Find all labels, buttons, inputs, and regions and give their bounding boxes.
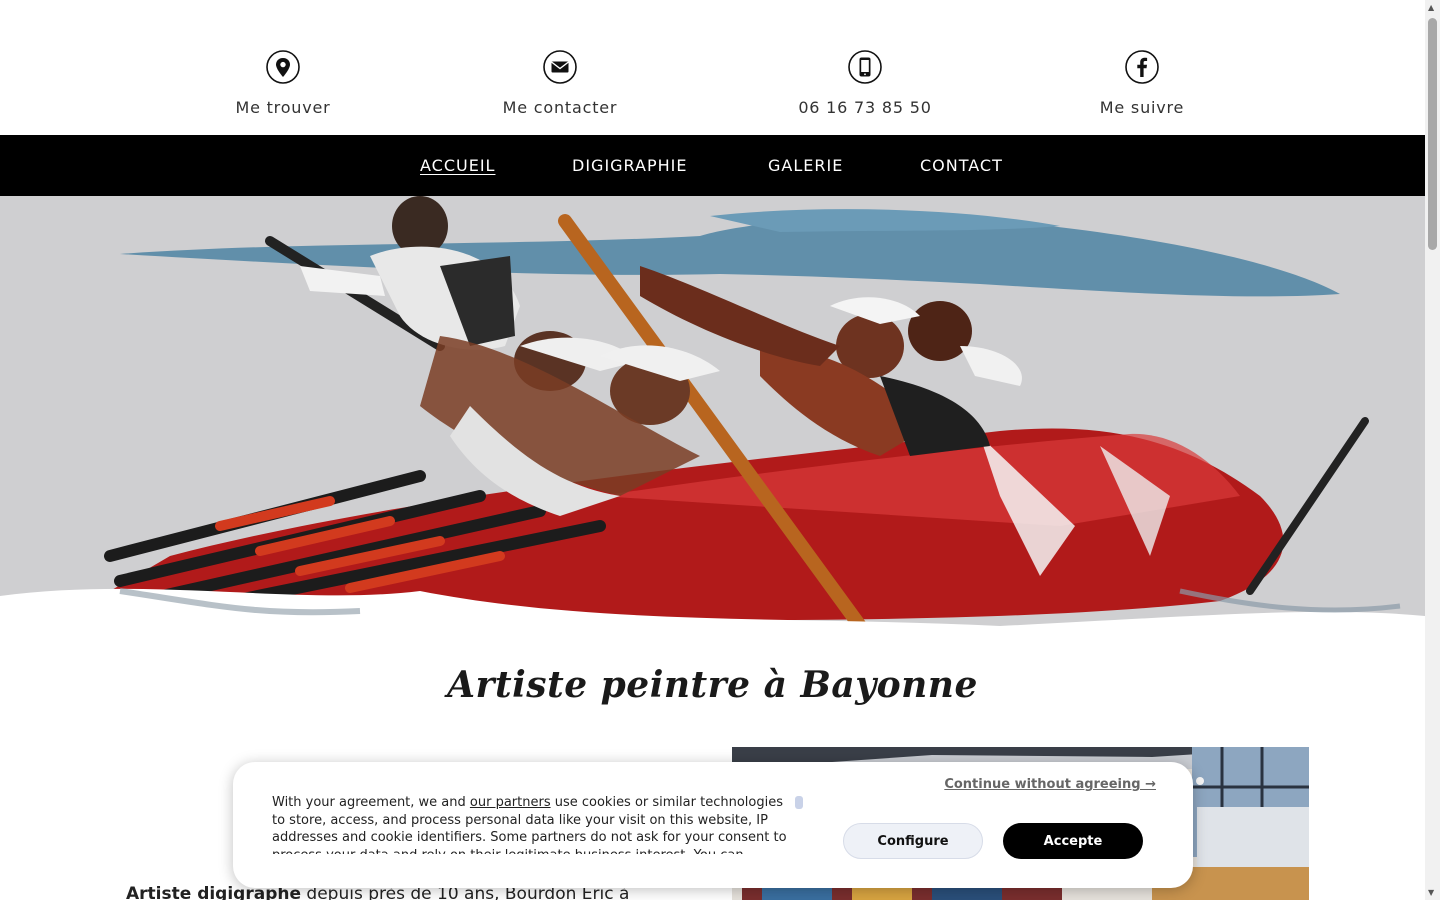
scroll-up-icon[interactable]: ▲ bbox=[1428, 3, 1434, 12]
contact-locate-label: Me trouver bbox=[235, 98, 331, 117]
contact-phone-label: 06 16 73 85 50 bbox=[798, 98, 932, 117]
contact-bar: Me trouver Me contacter 06 16 73 85 50 M… bbox=[0, 0, 1425, 135]
configure-button[interactable]: Configure bbox=[843, 823, 983, 859]
nav-item-digigraphie[interactable]: DIGIGRAPHIE bbox=[572, 156, 687, 175]
contact-locate[interactable]: Me trouver bbox=[173, 50, 393, 117]
scroll-down-icon[interactable]: ▼ bbox=[1428, 888, 1434, 897]
hero-banner bbox=[0, 196, 1425, 646]
nav-item-galerie[interactable]: GALERIE bbox=[768, 156, 843, 175]
page-title: Artiste peintre à Bayonne bbox=[447, 664, 978, 706]
cookie-text-scrollbar[interactable] bbox=[795, 796, 803, 809]
continue-without-agreeing-link[interactable]: Continue without agreeing → bbox=[944, 777, 1156, 792]
phone-icon bbox=[848, 50, 882, 84]
contact-email[interactable]: Me contacter bbox=[450, 50, 670, 117]
main-nav: ACCUEIL DIGIGRAPHIE GALERIE CONTACT bbox=[0, 135, 1425, 196]
partners-link[interactable]: our partners bbox=[470, 795, 551, 810]
cookie-text: With your agreement, we and our partners… bbox=[272, 794, 792, 854]
map-pin-icon bbox=[266, 50, 300, 84]
cookie-banner: With your agreement, we and our partners… bbox=[233, 762, 1193, 888]
contact-facebook-label: Me suivre bbox=[1099, 98, 1185, 117]
contact-facebook[interactable]: Me suivre bbox=[1032, 50, 1252, 117]
accept-button[interactable]: Accepte bbox=[1003, 823, 1143, 859]
rowing-boat-painting bbox=[0, 196, 1425, 646]
scrollbar-thumb[interactable] bbox=[1428, 18, 1437, 250]
contact-phone[interactable]: 06 16 73 85 50 bbox=[755, 50, 975, 117]
cookie-text-start: With your agreement, we and bbox=[272, 795, 470, 810]
nav-item-contact[interactable]: CONTACT bbox=[920, 156, 1003, 175]
facebook-icon bbox=[1125, 50, 1159, 84]
nav-item-accueil[interactable]: ACCUEIL bbox=[420, 156, 495, 175]
contact-email-label: Me contacter bbox=[502, 98, 618, 117]
envelope-icon bbox=[543, 50, 577, 84]
page-scrollbar[interactable]: ▲ ▼ bbox=[1425, 0, 1440, 900]
